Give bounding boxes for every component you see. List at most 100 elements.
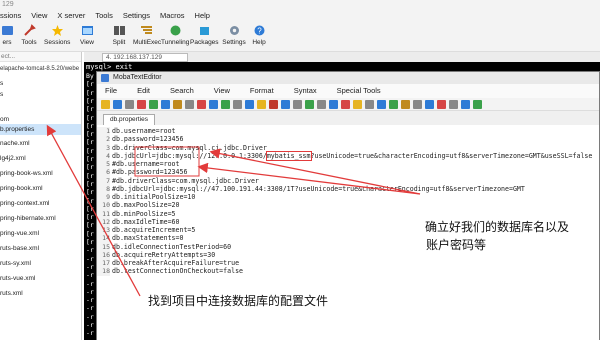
settings-button[interactable]: Settings: [221, 24, 247, 50]
menu-help[interactable]: Help: [195, 10, 210, 22]
code-line: db.idleConnectionTestPeriod=60: [112, 242, 232, 251]
editor-tool-icon[interactable]: [149, 100, 158, 109]
split-icon: [113, 26, 125, 35]
editor-tool-icon[interactable]: [449, 100, 458, 109]
editor-tool-icon[interactable]: [221, 100, 230, 109]
file-list-item[interactable]: ruts-vue.xml: [0, 273, 81, 284]
tools-button[interactable]: Tools: [18, 24, 40, 50]
file-list-item[interactable]: pring-hibernate.xml: [0, 213, 81, 224]
sftp-path[interactable]: elapache-tomcat-8.5.20/webe: [0, 66, 81, 72]
editor-menu-syntax[interactable]: Syntax: [294, 84, 317, 98]
code-line: db.maxStatements=0: [112, 234, 184, 243]
terminal-tabbar: 4. 192.168.137.129: [84, 52, 600, 62]
line-number: 3: [97, 143, 110, 152]
editor-menu-edit[interactable]: Edit: [137, 84, 150, 98]
menu-tools[interactable]: Tools: [95, 10, 113, 22]
file-list-item[interactable]: ruts-sy.xml: [0, 258, 81, 269]
file-list-item[interactable]: pring-book.xml: [0, 183, 81, 194]
code-line: db.maxIdleTime=60: [112, 217, 180, 226]
code-line: db.username=root: [112, 127, 176, 135]
menu-macros[interactable]: Macros: [160, 10, 185, 22]
editor-tool-icon[interactable]: [377, 100, 386, 109]
file-list-item[interactable]: nache.xml: [0, 138, 81, 149]
multiexec-button[interactable]: MultiExec: [133, 24, 161, 50]
editor-tool-icon[interactable]: [233, 100, 242, 109]
menu-view[interactable]: View: [31, 10, 47, 22]
settings-icon: [229, 26, 239, 35]
servers-button[interactable]: ers: [0, 24, 16, 50]
editor-tool-icon[interactable]: [269, 100, 278, 109]
editor-tool-icon[interactable]: [413, 100, 422, 109]
editor-file-tab[interactable]: db.properties: [103, 114, 155, 125]
view-button[interactable]: View: [78, 24, 96, 50]
file-list-item[interactable]: pring-context.xml: [0, 198, 81, 209]
code-line: db.minPoolSize=5: [112, 209, 176, 218]
file-list-item[interactable]: ruts.xml: [0, 288, 81, 299]
editor-tool-icon[interactable]: [365, 100, 374, 109]
file-list-item[interactable]: pring-book-ws.xml: [0, 168, 81, 179]
editor-tool-icon[interactable]: [317, 100, 326, 109]
editor-tool-icon[interactable]: [185, 100, 194, 109]
editor-tool-icon[interactable]: [437, 100, 446, 109]
packages-button[interactable]: Packages: [190, 24, 219, 50]
editor-tool-icon[interactable]: [125, 100, 134, 109]
packages-icon: [199, 27, 209, 35]
help-button[interactable]: ? Help: [250, 24, 268, 50]
split-button[interactable]: Split: [110, 24, 128, 50]
code-line: #db.password=123456: [112, 168, 188, 177]
editor-tool-icon[interactable]: [425, 100, 434, 109]
tunneling-icon: [170, 25, 180, 36]
annotation-db-name-line2: 账户密码等: [426, 238, 487, 252]
terminal-tab[interactable]: 4. 192.168.137.129: [102, 53, 188, 62]
editor-tool-icon[interactable]: [305, 100, 314, 109]
editor-tool-icon[interactable]: [245, 100, 254, 109]
line-number: 13: [97, 226, 110, 235]
editor-tool-icon[interactable]: [473, 100, 482, 109]
editor-tool-icon[interactable]: [401, 100, 410, 109]
editor-tool-icon[interactable]: [209, 100, 218, 109]
file-list-item[interactable]: pring-vue.xml: [0, 228, 81, 239]
sessions-button[interactable]: Sessions: [44, 24, 70, 50]
editor-tool-icon[interactable]: [137, 100, 146, 109]
editor-tool-icon[interactable]: [113, 100, 122, 109]
editor-title: MobaTextEditor: [113, 74, 162, 81]
editor-tool-icon[interactable]: [281, 100, 290, 109]
editor-menu-special-tools[interactable]: Special Tools: [337, 84, 381, 98]
file-list-item-db-properties[interactable]: b.properties: [0, 124, 81, 135]
menu-xserver[interactable]: X server: [57, 10, 85, 22]
menu-sessions[interactable]: ssions: [0, 10, 21, 22]
editor-tool-icon[interactable]: [173, 100, 182, 109]
editor-tool-icon[interactable]: [293, 100, 302, 109]
line-number: 16: [97, 250, 110, 259]
editor-menu-format[interactable]: Format: [250, 84, 274, 98]
editor-tool-icon[interactable]: [101, 100, 110, 109]
line-number: 14: [97, 234, 110, 243]
editor-tool-icon[interactable]: [161, 100, 170, 109]
editor-tool-icon[interactable]: [389, 100, 398, 109]
editor-tool-icon[interactable]: [257, 100, 266, 109]
file-list-item[interactable]: s: [0, 89, 81, 100]
menu-settings[interactable]: Settings: [123, 10, 150, 22]
file-list-item[interactable]: ruts-base.xml: [0, 243, 81, 254]
main-menubar: ssions View X server Tools Settings Macr…: [0, 10, 600, 22]
line-number: 8: [97, 184, 110, 193]
editor-tool-icon[interactable]: [353, 100, 362, 109]
quick-connect-input[interactable]: ect...: [0, 52, 81, 62]
editor-tool-icon[interactable]: [197, 100, 206, 109]
help-icon: ?: [254, 25, 264, 36]
code-line: #db.driverClass=com.mysql.jdbc.Driver: [112, 176, 259, 185]
editor-tool-icon[interactable]: [329, 100, 338, 109]
annotation-db-name: 确立好我们的数据库名以及: [425, 220, 570, 234]
line-number: 7: [97, 176, 110, 185]
line-number: 11: [97, 209, 110, 218]
editor-menu-view[interactable]: View: [214, 84, 230, 98]
editor-tool-icon[interactable]: [341, 100, 350, 109]
file-list-item[interactable]: lg4j2.xml: [0, 153, 81, 164]
editor-tool-icon[interactable]: [461, 100, 470, 109]
file-list-item[interactable]: s: [0, 78, 81, 89]
editor-menu-search[interactable]: Search: [170, 84, 194, 98]
editor-menu-file[interactable]: File: [105, 84, 117, 98]
tunneling-button[interactable]: Tunneling: [161, 24, 189, 50]
code-line: db.password=123456: [112, 135, 184, 144]
code-line: db.driverClass=com.mysql.cj.jdbc.Driver: [112, 143, 267, 152]
